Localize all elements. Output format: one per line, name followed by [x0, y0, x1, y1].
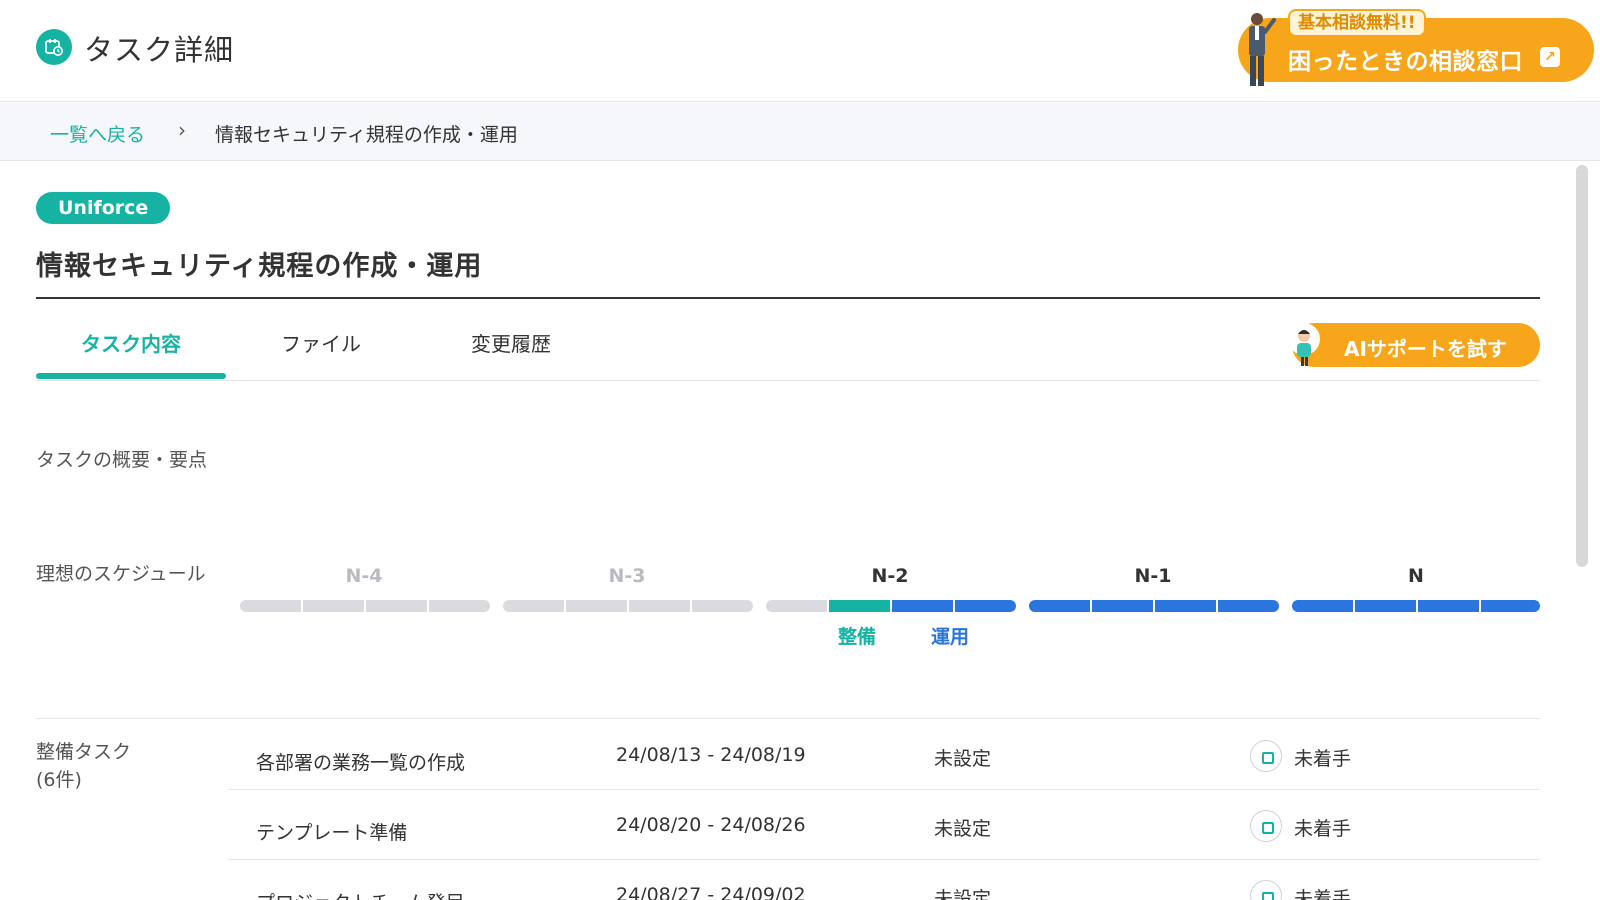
schedule-segment — [629, 600, 690, 612]
consult-free-badge: 基本相談無料!! — [1288, 9, 1426, 37]
schedule-segment-ops — [1481, 600, 1540, 612]
consult-label[interactable]: 困ったときの相談窓口 — [1288, 42, 1523, 76]
status-icon[interactable] — [1250, 810, 1282, 842]
task-status: 未着手 — [1294, 748, 1352, 770]
table-row[interactable]: プロジェクトチーム発足 24/08/27 - 24/09/02 未設定 未着手 — [228, 860, 1540, 900]
phase-label-n: N — [1408, 565, 1424, 587]
phase-label-n2: N-2 — [871, 565, 909, 587]
external-link-icon: ↗ — [1540, 47, 1560, 67]
task-list-label: 整備タスク (6件) — [36, 738, 131, 794]
table-row[interactable]: 各部署の業務一覧の作成 24/08/13 - 24/08/19 未設定 未着手 — [228, 720, 1540, 790]
schedule-segment-ops — [892, 600, 953, 612]
schedule-segment-ops — [1292, 600, 1353, 612]
task-title: 情報セキュリティ規程の作成・運用 — [36, 251, 483, 282]
title-divider — [36, 297, 1540, 299]
category-tag: Uniforce — [36, 192, 171, 224]
task-name[interactable]: テンプレート準備 — [256, 818, 407, 845]
schedule-segment-ops — [1029, 600, 1090, 612]
schedule-segment-ops — [1218, 600, 1279, 612]
section-divider — [36, 718, 1540, 719]
schedule-segment-prep — [829, 600, 890, 612]
active-tab-indicator — [36, 373, 226, 379]
task-dates: 24/08/13 - 24/08/19 — [616, 744, 806, 766]
task-status: 未着手 — [1294, 818, 1352, 840]
table-row[interactable]: テンプレート準備 24/08/20 - 24/08/26 未設定 未着手 — [228, 790, 1540, 860]
ai-support-button[interactable]: AIサポートを試す — [1292, 323, 1540, 367]
schedule-segment-ops — [1418, 600, 1479, 612]
chevron-right-icon: › — [178, 118, 186, 142]
task-status: 未着手 — [1294, 888, 1352, 900]
tab-history[interactable]: 変更履歴 — [416, 328, 606, 357]
task-assignee: 未設定 — [934, 818, 992, 840]
task-name[interactable]: 各部署の業務一覧の作成 — [256, 748, 465, 775]
task-assignee: 未設定 — [934, 748, 992, 770]
schedule-segment — [766, 600, 827, 612]
schedule-segment — [692, 600, 753, 612]
task-list-title: 整備タスク — [36, 741, 132, 763]
task-list-count: (6件) — [36, 769, 82, 791]
tab-task-content[interactable]: タスク内容 — [36, 328, 226, 357]
schedule-ops-label: 運用 — [931, 626, 970, 648]
back-to-list-link[interactable]: 一覧へ戻る — [50, 120, 145, 147]
schedule-segment-ops — [955, 600, 1016, 612]
schedule-segment — [303, 600, 364, 612]
ai-assistant-avatar-icon — [1288, 323, 1320, 366]
task-dates: 24/08/27 - 24/09/02 — [616, 884, 806, 900]
schedule-prep-label: 整備 — [838, 626, 877, 648]
schedule-segment — [366, 600, 427, 612]
schedule-segment-ops — [1092, 600, 1153, 612]
schedule-segment-ops — [1155, 600, 1216, 612]
schedule-segment — [503, 600, 564, 612]
status-icon[interactable] — [1250, 880, 1282, 900]
page-title: タスク詳細 — [84, 33, 235, 67]
breadcrumb-current: 情報セキュリティ規程の作成・運用 — [215, 124, 518, 146]
overview-label: タスクの概要・要点 — [36, 449, 208, 471]
schedule-segment — [240, 600, 301, 612]
status-icon[interactable] — [1250, 740, 1282, 772]
businessman-illustration-icon — [1249, 13, 1276, 86]
schedule-segment — [566, 600, 627, 612]
task-assignee: 未設定 — [934, 888, 992, 900]
phase-label-n1: N-1 — [1134, 565, 1172, 587]
schedule-segment — [429, 600, 490, 612]
scrollbar[interactable] — [1574, 165, 1588, 900]
tab-files[interactable]: ファイル — [226, 328, 416, 357]
calendar-clock-icon — [36, 29, 72, 65]
schedule-segment-ops — [1355, 600, 1416, 612]
phase-label-n4: N-4 — [345, 565, 383, 587]
breadcrumb: 一覧へ戻る › 情報セキュリティ規程の作成・運用 — [0, 103, 1600, 161]
task-dates: 24/08/20 - 24/08/26 — [616, 814, 806, 836]
task-name[interactable]: プロジェクトチーム発足 — [256, 888, 464, 900]
app-header: タスク詳細 基本相談無料!! 困ったときの相談窓口 ↗ — [0, 0, 1600, 102]
phase-label-n3: N-3 — [608, 565, 646, 587]
schedule-label: 理想のスケジュール — [36, 563, 206, 585]
scrollbar-thumb[interactable] — [1576, 165, 1588, 567]
ai-support-label: AIサポートを試す — [1344, 337, 1507, 361]
